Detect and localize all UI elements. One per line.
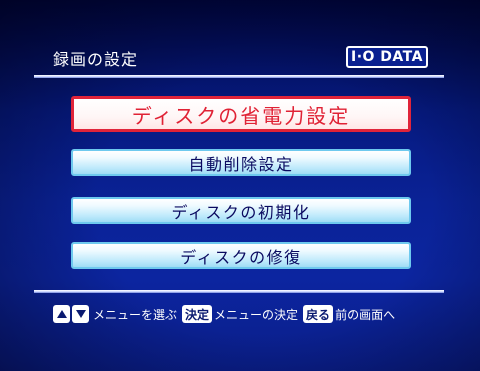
brand-logo: I·O DATA (346, 46, 428, 68)
footer-confirm-text: メニューの決定 (214, 307, 299, 322)
confirm-key-badge: 決定 (182, 305, 213, 323)
menu-item-disk-repair[interactable]: ディスクの修復 (71, 242, 411, 269)
menu-item-label: 自動削除設定 (188, 154, 294, 174)
menu-item-label: ディスクの省電力設定 (129, 100, 352, 132)
footer-back-text: 前の画面へ (335, 307, 396, 322)
page-title: 録画の設定 (53, 50, 139, 69)
header-divider (34, 75, 444, 78)
arrow-up-icon (53, 305, 70, 323)
footer-nav-text: メニューを選ぶ (93, 307, 178, 322)
footer-divider (34, 290, 444, 293)
arrow-down-icon (72, 305, 89, 323)
menu-item-label: ディスクの初期化 (171, 202, 311, 222)
menu-item-disk-power-saving[interactable]: ディスクの省電力設定 (71, 96, 411, 132)
menu-item-label: ディスクの修復 (180, 247, 302, 267)
footer-help-bar: メニューを選ぶ 決定 メニューの決定 戻る 前の画面へ (53, 304, 400, 324)
menu-item-auto-delete[interactable]: 自動削除設定 (71, 149, 411, 176)
menu-item-disk-initialize[interactable]: ディスクの初期化 (71, 197, 411, 224)
back-key-badge: 戻る (303, 305, 334, 323)
